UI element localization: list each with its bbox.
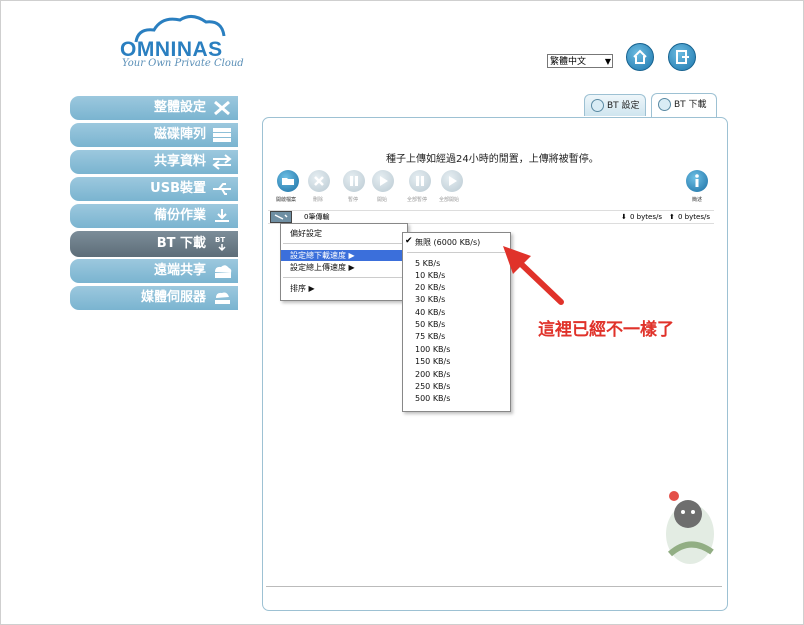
pause-button[interactable] — [343, 170, 365, 192]
tab-bt-settings[interactable]: BT 設定 — [584, 94, 646, 116]
svg-text:BT: BT — [215, 236, 225, 244]
info-button[interactable] — [686, 170, 708, 192]
context-menu: 偏好設定 設定總下載速度 ▶ 設定總上傳速度 ▶ 排序 ▶ — [280, 223, 408, 301]
pause-all-label: 全部暫停 — [407, 197, 428, 203]
speed-option-unlimited[interactable]: 無限 (6000 KB/s) — [415, 237, 480, 248]
sidebar-item-backup[interactable]: 備份作業 — [70, 204, 238, 228]
speed-option[interactable]: 75 KB/s — [415, 332, 445, 341]
menu-item-upload-limit[interactable]: 設定總上傳速度 ▶ — [281, 262, 405, 273]
language-select-value: 繁體中文 — [550, 57, 587, 67]
media-server-icon — [215, 292, 230, 304]
info-icon — [695, 174, 699, 187]
pause-all-button[interactable] — [409, 170, 431, 192]
speed-option[interactable]: 250 KB/s — [415, 382, 450, 391]
bt-icon: BT — [215, 236, 226, 251]
delete-button[interactable] — [308, 170, 330, 192]
sidebar-item-label: 遠端共享 — [153, 263, 206, 278]
logout-icon — [676, 50, 689, 64]
bt-download-icon — [658, 98, 671, 111]
info-label: 簡述 — [692, 197, 703, 203]
red-annotation-arrow-icon — [503, 246, 564, 305]
annotation-callout: 這裡已經不一樣了 — [538, 320, 674, 340]
open-file-button[interactable] — [277, 170, 299, 192]
peer-count: 0筆傳輸 — [304, 213, 330, 221]
speed-option[interactable]: 10 KB/s — [415, 271, 445, 280]
start-all-button[interactable] — [441, 170, 463, 192]
sidebar-item-label: 媒體伺服器 — [140, 290, 206, 305]
tab-bt-download[interactable]: BT 下載 — [651, 93, 717, 117]
open-file-label: 開啟檔案 — [276, 197, 297, 203]
bt-settings-icon — [591, 99, 604, 112]
play-icon — [380, 176, 388, 186]
play-all-icon — [449, 176, 457, 186]
idle-notice: 種子上傳如經過24小時的閒置，上傳將被暫停。 — [386, 154, 599, 165]
sidebar-item-label: BT 下載 — [156, 236, 206, 251]
home-button[interactable] — [626, 43, 654, 71]
download-arrow-icon: ⬇ — [621, 213, 627, 221]
sidebar-item-label: 備份作業 — [153, 208, 206, 223]
menu-item-preferences[interactable]: 偏好設定 — [281, 228, 405, 239]
menu-item-sort[interactable]: 排序 ▶ — [281, 283, 405, 294]
speed-option[interactable]: 40 KB/s — [415, 308, 445, 317]
download-speed: 0 bytes/s — [630, 213, 662, 221]
sidebar-item-remote-share[interactable]: 遠端共享 — [70, 259, 238, 283]
menu-divider — [407, 252, 505, 253]
upload-speed: 0 bytes/s — [678, 213, 710, 221]
sidebar-item-label: 磁碟陣列 — [153, 127, 206, 142]
speed-option[interactable]: 20 KB/s — [415, 283, 445, 292]
sidebar-item-label: USB裝置 — [150, 181, 206, 196]
start-label: 開始 — [377, 197, 388, 203]
close-icon — [314, 176, 324, 186]
logo-tagline: Your Own Private Cloud — [122, 58, 244, 69]
speed-option[interactable]: 500 KB/s — [415, 394, 450, 403]
tools-icon — [214, 100, 230, 116]
tab-label: BT 下載 — [674, 100, 707, 110]
pause-all-icon — [416, 176, 424, 186]
language-select[interactable]: 繁體中文 ▼ — [547, 54, 613, 68]
share-arrows-icon — [212, 154, 232, 170]
usb-icon — [213, 183, 231, 195]
speed-option[interactable]: 30 KB/s — [415, 295, 445, 304]
speed-option[interactable]: 50 KB/s — [415, 320, 445, 329]
sidebar-item-bt-download[interactable]: BT 下載 BT — [70, 231, 238, 257]
folder-icon — [282, 178, 294, 185]
check-icon: ✔ — [405, 236, 413, 246]
menu-item-download-limit[interactable]: 設定總下載速度 ▶ — [281, 250, 405, 261]
logout-button[interactable] — [668, 43, 696, 71]
speed-option[interactable]: 150 KB/s — [415, 357, 450, 366]
tab-label: BT 設定 — [607, 101, 640, 111]
wrench-icon — [274, 214, 288, 220]
upload-arrow-icon: ⬆ — [669, 213, 675, 221]
sidebar-item-disk-array[interactable]: 磁碟陣列 — [70, 123, 238, 147]
speed-option[interactable]: 200 KB/s — [415, 370, 450, 379]
home-icon — [633, 49, 647, 64]
menu-divider — [283, 243, 403, 244]
panel-bottom-divider — [266, 586, 722, 587]
sidebar-item-label: 整體設定 — [153, 100, 206, 115]
delete-label: 刪除 — [313, 197, 324, 203]
settings-wrench-button[interactable] — [270, 211, 292, 223]
chevron-down-icon: ▼ — [604, 57, 611, 66]
transfer-status-bar: 0筆傳輸 ⬇ 0 bytes/s ⬆ 0 bytes/s — [268, 210, 714, 224]
sidebar-item-label: 共享資料 — [153, 154, 206, 169]
speed-option[interactable]: 5 KB/s — [415, 259, 440, 268]
bear-watermark-logo-icon — [666, 491, 714, 564]
start-all-label: 全部開始 — [439, 197, 460, 203]
cloud-folder-icon — [215, 265, 232, 278]
sidebar-item-media-server[interactable]: 媒體伺服器 — [70, 286, 238, 310]
sidebar-item-usb[interactable]: USB裝置 — [70, 177, 238, 201]
sidebar-item-shared-data[interactable]: 共享資料 — [70, 150, 238, 174]
start-button[interactable] — [372, 170, 394, 192]
speed-option[interactable]: 100 KB/s — [415, 345, 450, 354]
backup-icon — [215, 209, 229, 222]
pause-icon — [350, 176, 358, 186]
disk-array-icon — [213, 128, 231, 142]
menu-divider — [283, 277, 403, 278]
pause-label: 暫停 — [348, 197, 359, 203]
sidebar-item-general-settings[interactable]: 整體設定 — [70, 96, 238, 120]
